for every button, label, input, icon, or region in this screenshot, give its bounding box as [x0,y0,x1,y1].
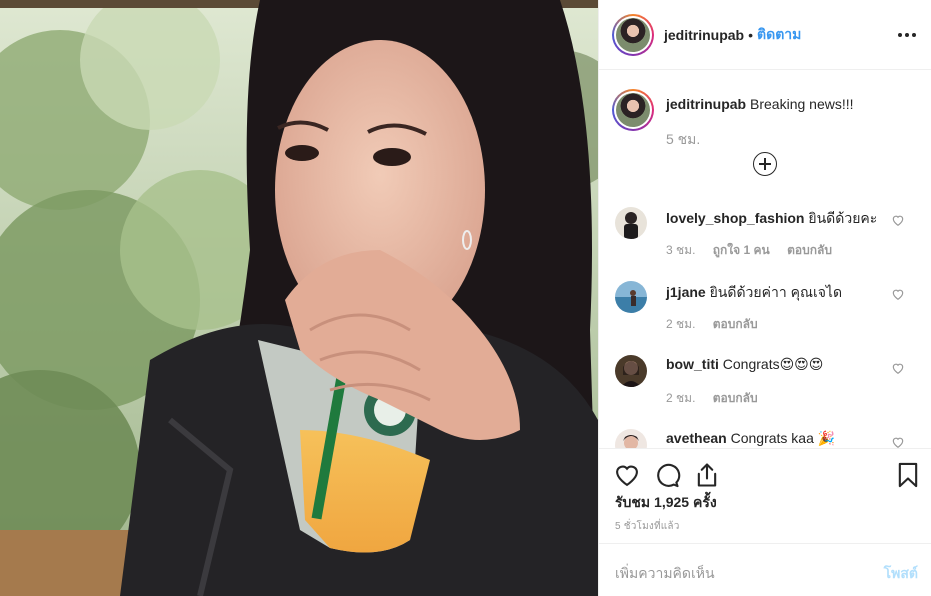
post-header: jeditrinupab • ติดตาม [599,0,931,70]
comment-item: bow_titi Congrats😍😍😍 2 ชม. ตอบกลับ [615,355,925,415]
comment-likes[interactable]: ถูกใจ 1 คน [713,243,770,257]
comment-text: Congrats kaa 🎉 [730,430,836,446]
heart-icon[interactable] [613,461,641,489]
comment-item: lovely_shop_fashion ยินดีด้วยคะ 3 ชม. ถู… [615,207,925,267]
comment-item: j1jane ยินดีด้วยค่าา คุณเจได 2 ชม. ตอบกล… [615,281,925,341]
caption-text-line: jeditrinupab Breaking news!!! [666,96,854,112]
comment-text-line: j1jane ยินดีด้วยค่าา คุณเจได [666,282,842,304]
comment-username[interactable]: avethean [666,430,727,446]
follow-button[interactable]: ติดตาม [757,24,801,46]
heart-icon[interactable] [891,435,905,448]
plus-circle-icon[interactable] [753,152,777,176]
comment-text-line: lovely_shop_fashion ยินดีด้วยคะ [666,208,877,230]
heart-icon[interactable] [891,213,905,227]
comment-meta: 2 ชม. ตอบกลับ [666,389,772,408]
post-photo [0,0,598,596]
comment-item: avethean Congrats kaa 🎉 [615,429,925,448]
reply-button[interactable]: ตอบกลับ [713,391,758,405]
share-icon[interactable] [693,461,721,489]
comment-username[interactable]: j1jane [666,284,706,300]
author-username[interactable]: jeditrinupab [664,27,744,43]
comments-list[interactable]: jeditrinupab Breaking news!!! 5 ชม. love… [599,71,931,448]
post-actions: รับชม 1,925 ครั้ง 5 ชั่วโมงที่แล้ว [599,448,931,542]
author-avatar[interactable] [612,13,654,56]
more-options-icon[interactable] [896,24,918,46]
reply-button[interactable]: ตอบกลับ [713,317,758,331]
comment-text: ยินดีด้วยค่าา คุณเจได [709,284,843,300]
comment-bubble-icon[interactable] [653,461,681,489]
commenter-avatar[interactable] [615,355,647,387]
comment-time: 3 ชม. [666,243,696,257]
comment-time: 2 ชม. [666,317,696,331]
caption-text: Breaking news!!! [750,96,854,112]
caption-avatar[interactable] [612,89,654,131]
post-comment-button[interactable]: โพสต์ [884,563,918,585]
view-count[interactable]: รับชม 1,925 ครั้ง [615,492,717,514]
comment-username[interactable]: lovely_shop_fashion [666,210,804,226]
comment-input[interactable]: เพิ่มความคิดเห็น [615,563,715,585]
comment-text: Congrats😍😍😍 [722,356,824,372]
commenter-avatar[interactable] [615,429,647,448]
heart-icon[interactable] [891,287,905,301]
post-media[interactable] [0,0,598,596]
separator-dot: • [748,26,754,43]
caption-time: 5 ชม. [666,131,701,147]
comment-meta: 3 ชม. ถูกใจ 1 คน ตอบกลับ [666,241,846,260]
post-timestamp[interactable]: 5 ชั่วโมงที่แล้ว [615,519,680,534]
commenter-avatar[interactable] [615,207,647,239]
comment-text: ยินดีด้วยคะ [808,210,878,226]
heart-icon[interactable] [891,361,905,375]
comment-meta: 2 ชม. ตอบกลับ [666,315,772,334]
add-comment-bar: เพิ่มความคิดเห็น โพสต์ [599,543,931,596]
reply-button[interactable]: ตอบกลับ [787,243,832,257]
comment-time: 2 ชม. [666,391,696,405]
bookmark-icon[interactable] [894,461,922,489]
post-sidebar: jeditrinupab • ติดตาม jeditrinupab Break… [598,0,931,596]
commenter-avatar[interactable] [615,281,647,313]
comment-username[interactable]: bow_titi [666,356,719,372]
comment-text-line: bow_titi Congrats😍😍😍 [666,356,823,373]
caption-username[interactable]: jeditrinupab [666,96,746,112]
comment-text-line: avethean Congrats kaa 🎉 [666,430,835,447]
